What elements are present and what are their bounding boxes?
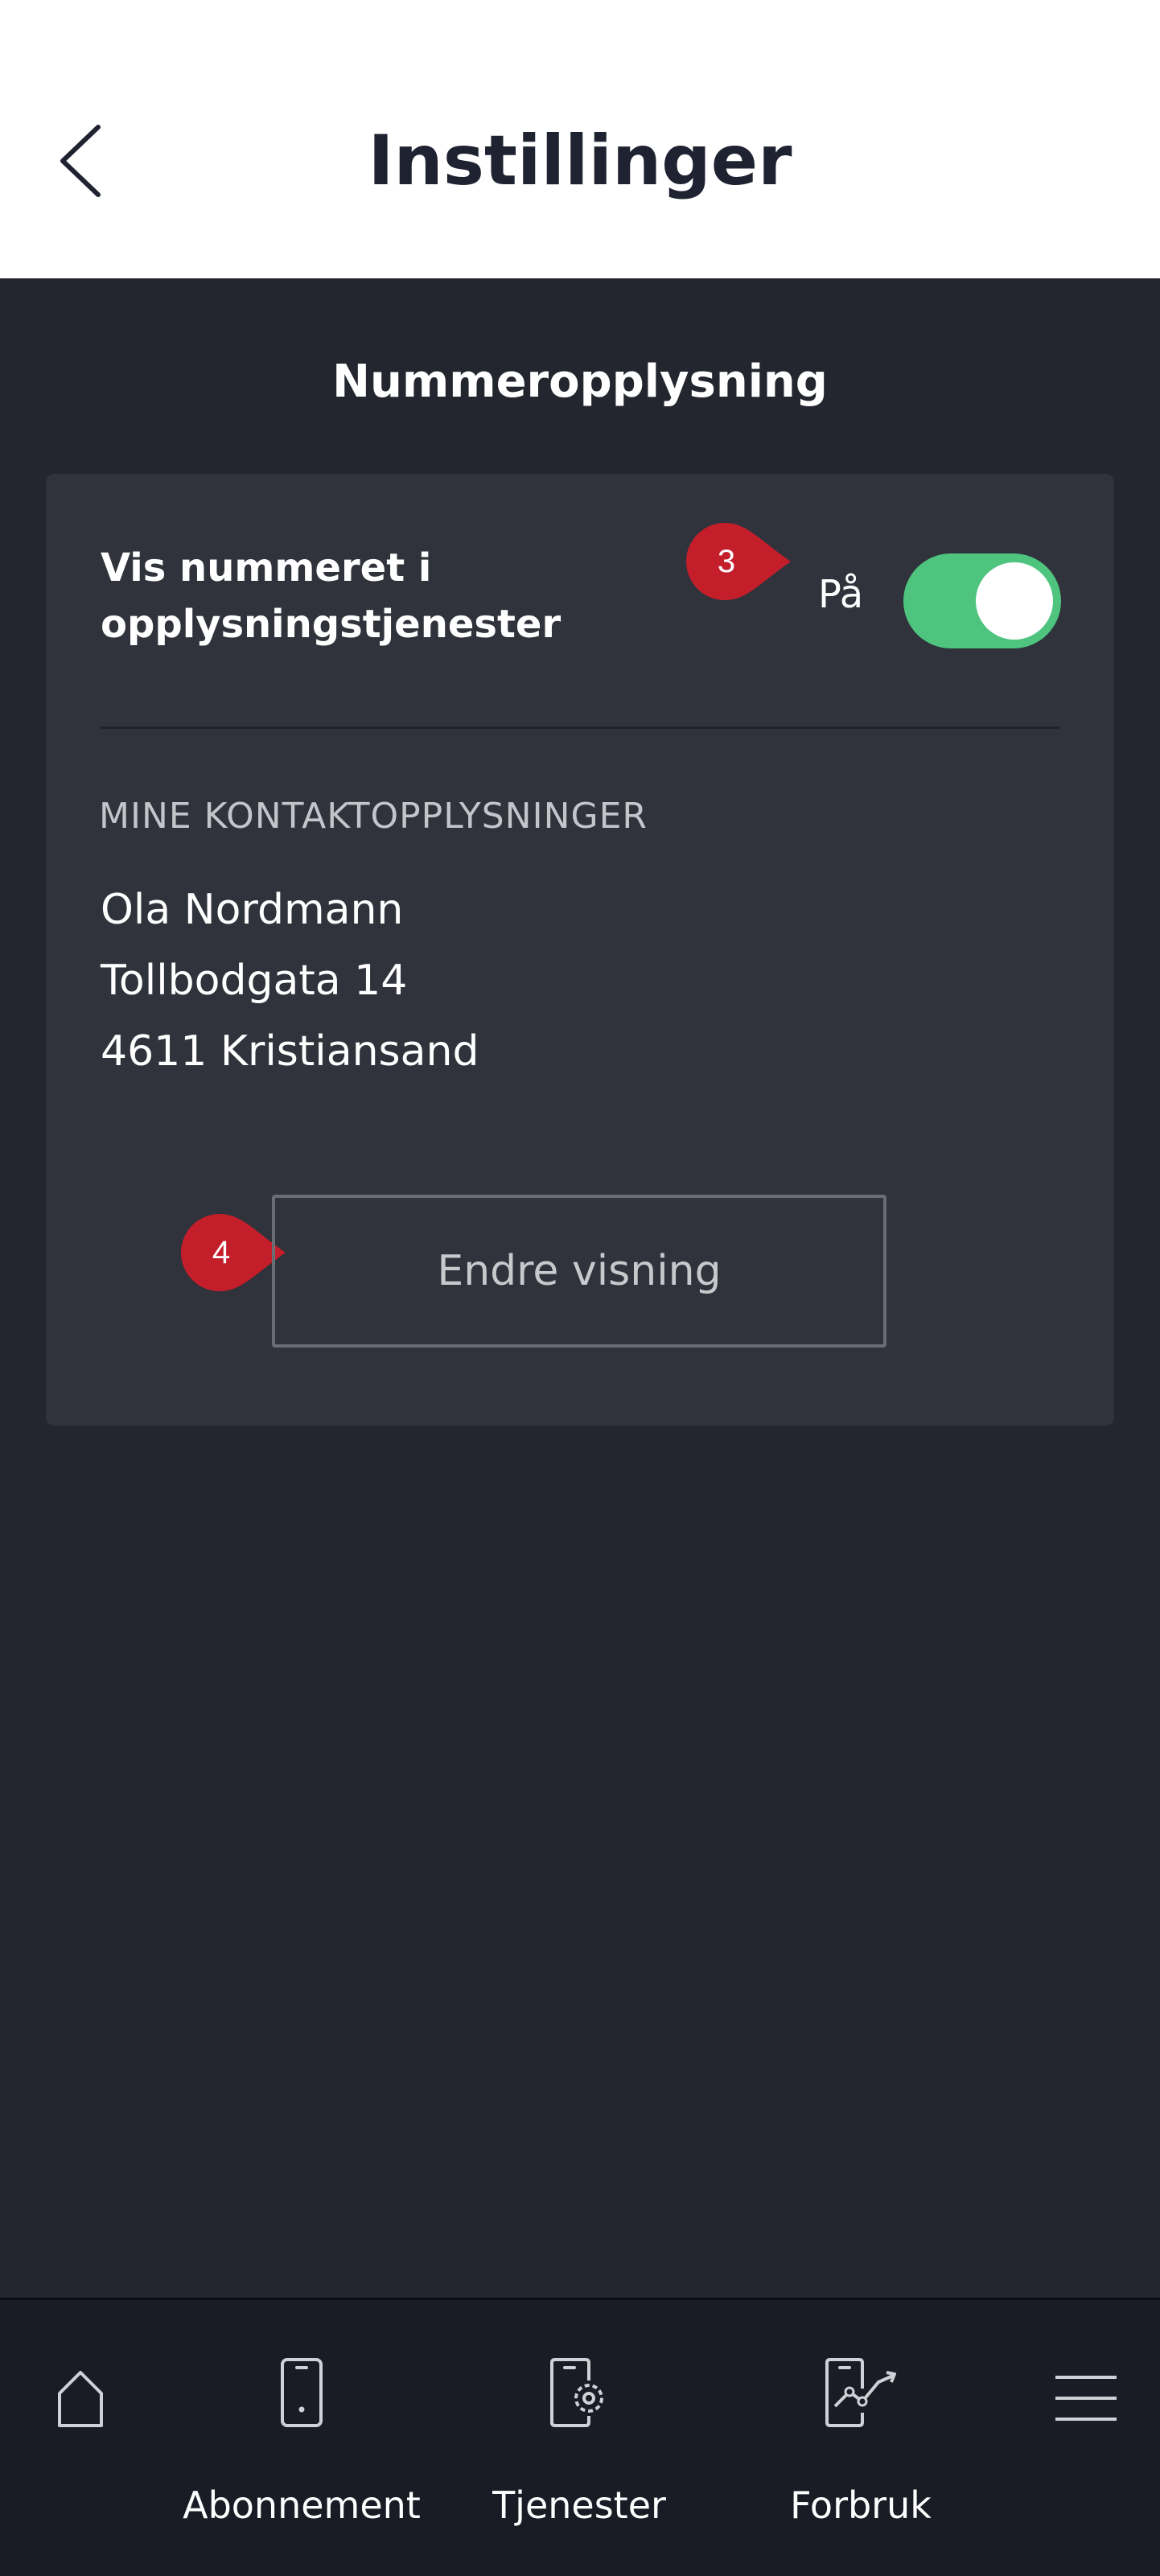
contact-name: Ola Nordmann [101,886,404,934]
toggle-state-text: På [818,572,864,617]
contact-heading: MINE KONTAKTOPPLYSNINGER [99,796,648,837]
phone-icon [281,2358,323,2427]
nav-item-menu[interactable] [1038,2300,1134,2576]
contact-city: 4611 Kristiansand [101,1027,479,1076]
nav-item-abonnement[interactable]: Abonnement [177,2300,426,2576]
section-title: Nummeropplysning [332,356,828,408]
toggle-knob [976,562,1053,640]
nav-label: Abonnement [183,2483,421,2527]
home-icon [58,2371,103,2427]
nav-item-tjenester[interactable]: Tjenester [467,2300,692,2576]
toggle-label-line2: opplysningstjenester [101,602,561,647]
app-header: Instillinger [0,0,1160,278]
bottom-nav: Abonnement Tjenester Forbruk [0,2298,1160,2576]
divider [101,726,1059,729]
nav-item-home[interactable] [32,2300,129,2576]
nav-label: Forbruk [790,2483,932,2527]
nav-label: Tjenester [492,2483,666,2527]
settings-card: Vis nummeret i opplysningstjenester 3 På… [46,474,1114,1426]
step-marker-3: 3 [686,523,791,600]
phone-gear-icon [550,2358,603,2427]
menu-icon [1055,2376,1117,2421]
toggle-label-line1: Vis nummeret i [101,545,432,591]
nav-item-forbruk[interactable]: Forbruk [748,2300,973,2576]
main-content: Nummeropplysning Vis nummeret i opplysni… [0,278,1160,2298]
step-marker-4: 4 [181,1214,286,1291]
toggle-label: Vis nummeret i opplysningstjenester [101,540,561,652]
contact-street: Tollbodgata 14 [101,957,408,1005]
marker-number: 3 [717,544,736,579]
marker-number: 4 [212,1235,231,1270]
visibility-toggle[interactable] [903,553,1061,648]
phone-chart-icon [825,2358,896,2427]
page-title: Instillinger [368,121,792,201]
edit-display-button[interactable]: Endre visning [272,1195,886,1348]
